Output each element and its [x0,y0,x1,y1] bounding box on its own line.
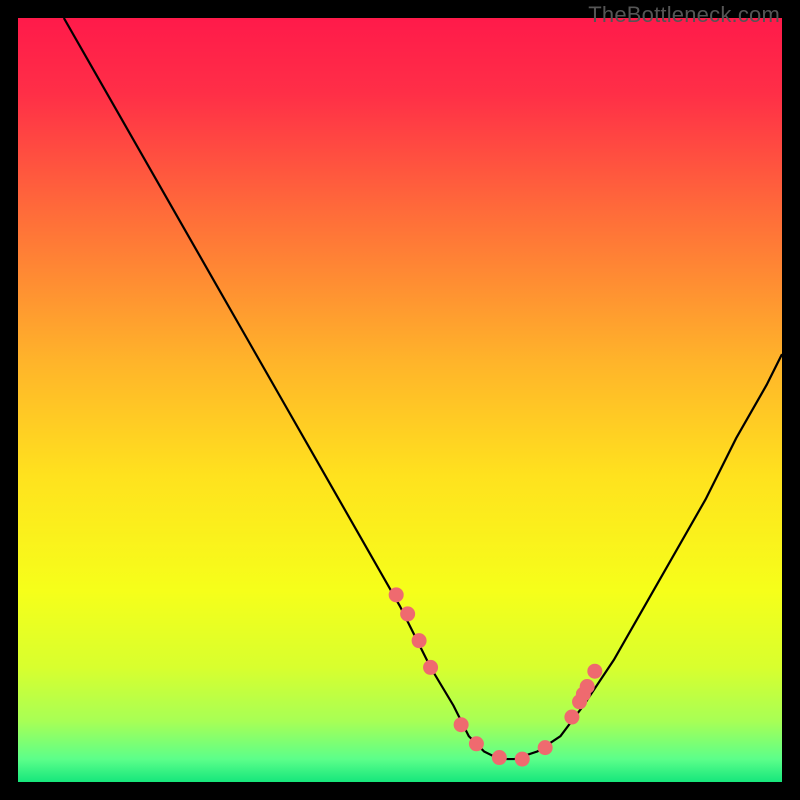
data-marker [587,664,602,679]
data-marker [469,736,484,751]
chart-svg [18,18,782,782]
data-marker [454,717,469,732]
data-marker [423,660,438,675]
data-marker [538,740,553,755]
data-marker [580,679,595,694]
data-marker [492,750,507,765]
data-marker [515,752,530,767]
data-marker [400,606,415,621]
data-marker [389,587,404,602]
gradient-rect [18,18,782,782]
watermark-text: TheBottleneck.com [588,2,780,28]
data-marker [412,633,427,648]
chart-frame [18,18,782,782]
data-marker [564,710,579,725]
